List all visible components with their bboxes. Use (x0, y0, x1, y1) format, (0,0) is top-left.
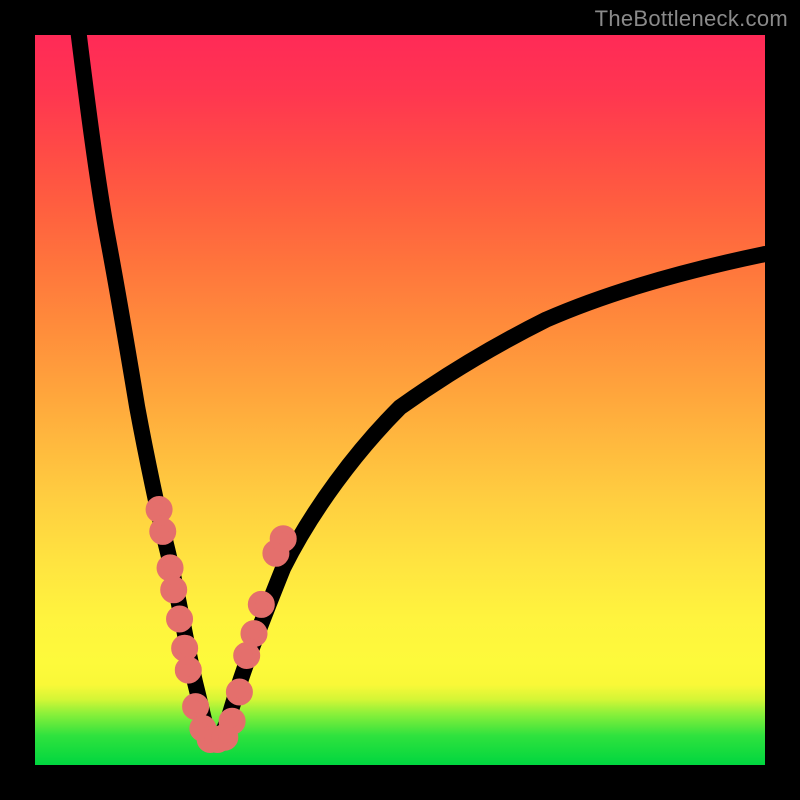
curve-right-branch (210, 254, 765, 743)
plot-area (35, 35, 765, 765)
curve-layer (35, 35, 765, 765)
chart-frame: TheBottleneck.com (0, 0, 800, 800)
watermark-text: TheBottleneck.com (595, 6, 788, 32)
curve-beads (149, 500, 293, 750)
